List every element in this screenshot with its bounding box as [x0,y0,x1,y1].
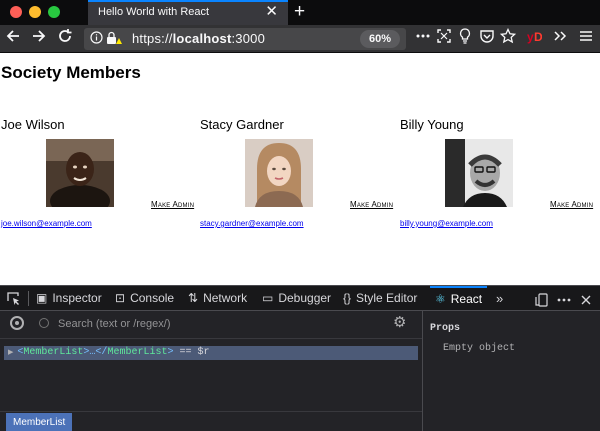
make-admin-button[interactable]: Make Admin [350,200,393,209]
tab-inspector[interactable]: ▣ Inspector [36,286,102,311]
pocket-icon[interactable] [479,28,495,49]
tab-debugger[interactable]: ▭ Debugger [262,286,331,311]
member-photo [46,139,114,207]
member-name: Stacy Gardner [200,117,284,132]
tab-label: React [450,292,483,306]
extension-icon[interactable]: yD [526,28,543,49]
insecure-lock-icon[interactable] [106,31,122,48]
close-devtools-icon[interactable] [580,286,592,311]
member-email-link[interactable]: joe.wilson@example.com [1,219,92,228]
breadcrumb-item[interactable]: MemberList [6,413,73,431]
page-title: Society Members [1,63,141,82]
member-name: Joe Wilson [1,117,65,132]
panel-splitter[interactable] [422,311,423,431]
tab-label: Debugger [278,291,332,305]
member-photo [245,139,313,207]
member-email-link[interactable]: stacy.gardner@example.com [200,219,304,228]
member-card: Joe Wilson Make Admin joe.wilson@example… [1,117,201,237]
tab-title: Hello World with React [98,6,210,18]
console-icon: ⊡ [115,291,126,305]
url-port: :3000 [231,31,266,46]
url-bar[interactable]: https://localhost:3000 60% [84,28,406,50]
zoom-level[interactable]: 60% [360,30,400,48]
make-admin-button[interactable]: Make Admin [550,200,593,209]
tab-label: Console [130,291,175,305]
url-host: localhost [172,31,232,46]
settings-gear-icon[interactable]: ⚙ [393,314,406,332]
bookmark-star-icon[interactable] [499,27,517,49]
inspector-icon: ▣ [36,291,48,305]
select-component-target-icon[interactable] [10,316,24,330]
props-heading: Props [430,323,461,334]
member-card: Billy Young Make Admin billy.young@examp… [400,117,600,237]
screenshot-icon[interactable] [436,28,452,49]
component-close-name: MemberList [107,347,168,358]
tab-label: Network [203,291,248,305]
page-content: Society Members Joe Wilson Make Admin jo… [0,53,600,285]
url-scheme: https:// [132,31,173,46]
url-text: https://localhost:3000 [132,31,265,46]
new-tab-button[interactable]: + [294,0,305,24]
page-actions-icon[interactable] [415,28,431,49]
responsive-design-icon[interactable] [535,286,549,311]
back-arrow-icon[interactable] [5,28,21,49]
zoom-window-button[interactable] [48,6,60,18]
forward-arrow-icon[interactable] [31,28,47,49]
tab-style-editor[interactable]: {} Style Editor [343,286,417,311]
toolbar-divider [28,291,29,306]
devtools-toolbar: ▣ Inspector ⊡ Console ⇅ Network ▭ Debugger {… [0,286,600,311]
browser-tab-bar: Hello World with React ✕ + [0,0,600,25]
close-tab-icon[interactable]: ✕ [265,4,278,19]
member-photo [445,139,513,207]
overflow-chevron-icon[interactable] [553,28,567,49]
tree-var-ref: == $r [173,347,210,358]
props-empty-text: Empty object [443,343,516,354]
devtools-menu-icon[interactable] [557,286,571,311]
component-name: MemberList [23,347,84,358]
component-search-input[interactable] [58,315,378,333]
navigation-toolbar: https://localhost:3000 60% yD [0,25,600,53]
svg-text:D: D [534,30,542,44]
react-icon: ⚛ [435,292,446,306]
close-window-button[interactable] [10,6,22,18]
component-tree-row[interactable]: ▶ <MemberList>…</MemberList> == $r [4,346,418,360]
tree-collapsed-children: >…</ [83,347,108,358]
tab-react[interactable]: ⚛ React [430,286,488,311]
info-icon[interactable] [90,31,103,47]
debugger-icon: ▭ [262,291,274,305]
tab-label: Inspector [52,291,102,305]
expand-arrow-icon[interactable]: ▶ [8,349,13,357]
reload-icon[interactable] [57,28,73,49]
react-search-bar: ⚙ [0,311,422,339]
more-tabs-chevron-icon[interactable]: » [496,286,503,311]
member-email-link[interactable]: billy.young@example.com [400,219,493,228]
element-picker-icon[interactable] [7,286,21,311]
tab-label: Style Editor [356,291,418,305]
minimize-window-button[interactable] [29,6,41,18]
member-name: Billy Young [400,117,464,132]
make-admin-button[interactable]: Make Admin [151,200,194,209]
browser-tab[interactable]: Hello World with React ✕ [88,0,288,25]
style-editor-icon: {} [343,291,352,305]
tab-console[interactable]: ⊡ Console [115,286,174,311]
lightbulb-icon[interactable] [458,28,472,49]
component-breadcrumb: MemberList [0,411,422,431]
network-icon: ⇅ [188,291,199,305]
member-card: Stacy Gardner Make Admin stacy.gardner@e… [200,117,400,237]
devtools-panel: ▣ Inspector ⊡ Console ⇅ Network ▭ Debugger {… [0,285,600,431]
hamburger-menu-icon[interactable] [579,28,593,49]
tab-network[interactable]: ⇅ Network [188,286,247,311]
svg-text:y: y [527,30,534,44]
search-icon [39,318,49,328]
